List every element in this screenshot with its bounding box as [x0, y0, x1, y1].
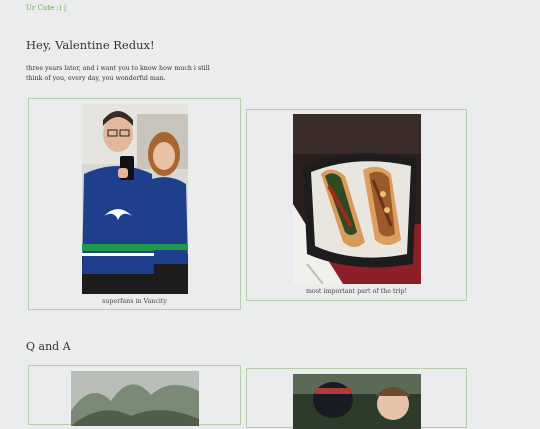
blog-home-link[interactable]: Ur Cute :) |: [26, 4, 66, 12]
photo-caption-1: superfans in Vancity: [102, 298, 167, 305]
photo-people[interactable]: [293, 374, 421, 429]
photo-forest[interactable]: [71, 371, 199, 426]
photo-hotdogs[interactable]: [293, 114, 421, 284]
photo-superfans[interactable]: [82, 104, 188, 294]
photo-caption-2: most important part of the trip!: [305, 288, 408, 295]
photo-frame-2: most important part of the trip!: [246, 109, 467, 301]
photo-frame-1: superfans in Vancity: [28, 98, 241, 310]
post-title: Hey, Valentine Redux!: [26, 38, 155, 52]
photo-frame-4: [246, 368, 467, 429]
section-title-q-and-a: Q and A: [26, 340, 71, 353]
photo-frame-3: [28, 365, 241, 426]
post-body: three years later, and i want you to kno…: [26, 65, 210, 82]
